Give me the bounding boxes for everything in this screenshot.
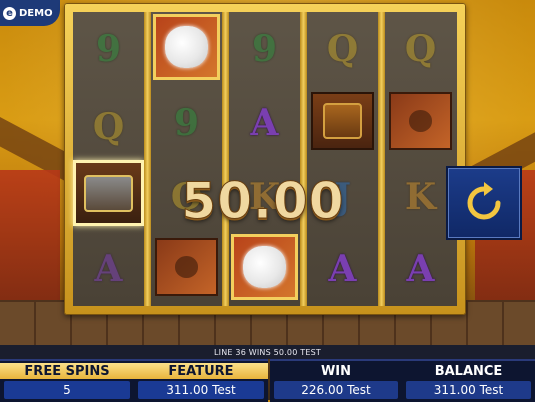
- demo-badge: e DEMO: [0, 0, 60, 26]
- cloud-symbol: [231, 234, 298, 300]
- cannon-map-symbol: [389, 92, 452, 150]
- status-line: LINE 36 WINS 50.00 TEST: [0, 345, 535, 359]
- reel-1: 9 Q A: [73, 12, 144, 306]
- reel-5: Q K A: [385, 12, 457, 306]
- chest-scatter-symbol: [73, 160, 144, 226]
- info-icon: e: [3, 6, 16, 20]
- symbol-queen: Q: [326, 28, 359, 70]
- balance-value: 311.00 Test: [406, 381, 531, 399]
- win-label: WIN: [320, 363, 352, 379]
- symbol-nine: 9: [95, 28, 122, 70]
- feature-label: FEATURE: [134, 363, 268, 379]
- feature-cell: FEATURE 311.00 Test: [134, 361, 268, 402]
- spin-button[interactable]: [446, 166, 522, 240]
- reel-2: 9 Q: [151, 12, 222, 306]
- right-info-panel: WIN 226.00 Test BALANCE 311.00 Test: [270, 359, 535, 402]
- reel-divider: [378, 12, 385, 306]
- win-cell: WIN 226.00 Test: [270, 361, 402, 402]
- symbol-queen: Q: [404, 28, 437, 70]
- balance-label: BALANCE: [434, 363, 503, 379]
- left-info-panel: FREE SPINS 5 FEATURE 311.00 Test: [0, 359, 268, 402]
- background-cannon-left: [0, 170, 60, 320]
- symbol-ace: A: [328, 248, 357, 290]
- free-spins-label: FREE SPINS: [0, 363, 134, 379]
- win-amount-overlay: 50.00: [181, 172, 345, 231]
- symbol-ace: A: [94, 248, 123, 290]
- spin-refresh-icon: [467, 182, 501, 220]
- reel-frame: 9 Q A 9 Q 9 A K Q J A Q K A: [64, 3, 466, 315]
- cannon-map-symbol: [155, 238, 218, 296]
- reel-4: Q J A: [307, 12, 378, 306]
- feature-value: 311.00 Test: [138, 381, 264, 399]
- symbol-queen: Q: [92, 106, 125, 148]
- win-value: 226.00 Test: [274, 381, 398, 399]
- free-spins-cell: FREE SPINS 5: [0, 361, 134, 402]
- balance-cell: BALANCE 311.00 Test: [402, 361, 535, 402]
- reel-divider: [300, 12, 307, 306]
- reel-area: 9 Q A 9 Q 9 A K Q J A Q K A: [73, 12, 457, 306]
- demo-label: DEMO: [19, 7, 53, 19]
- reel-3: 9 A K: [229, 12, 300, 306]
- treasure-chest-symbol: [311, 92, 374, 150]
- free-spins-value: 5: [4, 381, 130, 399]
- reel-divider: [222, 12, 229, 306]
- cloud-symbol: [153, 14, 220, 80]
- reel-divider: [144, 12, 151, 306]
